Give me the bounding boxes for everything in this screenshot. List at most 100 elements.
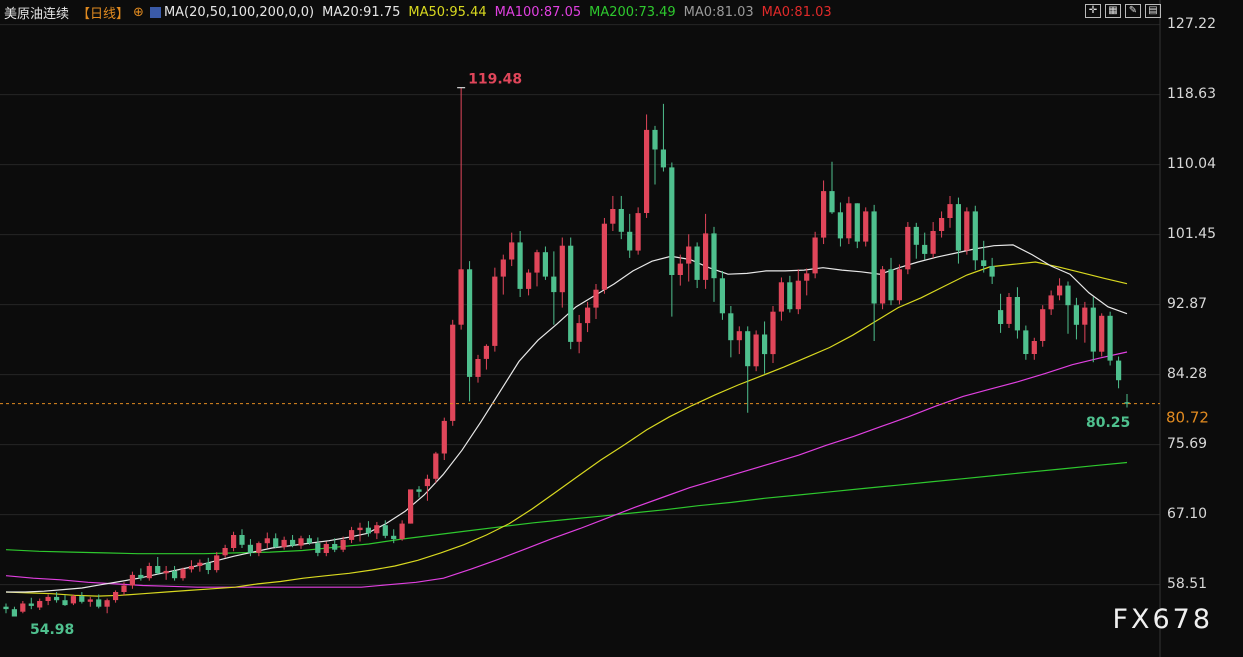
candle-body	[770, 311, 776, 355]
ma20-value: MA20:91.75	[322, 4, 401, 20]
settings-tool-icon[interactable]: ▤	[1145, 4, 1161, 18]
candle-body	[846, 203, 852, 239]
candle-body	[1057, 285, 1063, 296]
indicator-icon[interactable]	[149, 6, 161, 18]
candle-body	[391, 535, 397, 540]
candle-body	[627, 231, 633, 251]
candle-body	[896, 269, 902, 301]
candle-body	[374, 525, 380, 534]
candle-body	[45, 596, 51, 601]
candle-body	[1099, 315, 1105, 352]
candle-body	[357, 527, 363, 531]
candle-body	[795, 280, 801, 310]
draw-tool-icon[interactable]: ✎	[1125, 4, 1141, 18]
candle-body	[728, 313, 734, 341]
ma20-line	[6, 244, 1128, 593]
candle-body	[526, 272, 532, 289]
candle-body	[483, 345, 489, 359]
y-tick-label: 110.04	[1167, 155, 1216, 172]
candle-body	[222, 548, 228, 556]
high-label: 119.48	[468, 72, 522, 88]
candle-body	[11, 609, 17, 617]
candle-body	[998, 310, 1004, 324]
add-icon[interactable]: ⊕	[133, 5, 144, 20]
candle-body	[568, 245, 574, 342]
crosshair-tool-icon[interactable]: ✛	[1085, 4, 1101, 18]
candle-body	[163, 570, 169, 574]
candlestick-chart: 80.72 119.48 80.25 54.98	[0, 0, 1242, 657]
ma200-value: MA200:73.49	[589, 4, 676, 20]
candle-body	[576, 323, 582, 342]
candle-body	[601, 223, 607, 290]
candle-body	[542, 252, 548, 277]
y-tick-label: 101.45	[1167, 225, 1216, 242]
candle-body	[534, 252, 540, 273]
candle-body	[686, 246, 692, 264]
candle-body	[694, 246, 700, 280]
candle-body	[736, 331, 742, 341]
ma100-line	[5, 351, 1128, 588]
y-tick-label: 84.28	[1167, 365, 1208, 382]
grid-tool-icon[interactable]: ▦	[1105, 4, 1121, 18]
y-tick-label: 127.22	[1167, 15, 1216, 32]
candle-body	[1073, 305, 1079, 325]
candle-body	[365, 527, 371, 534]
candle-body	[180, 569, 186, 579]
candle-body	[28, 603, 34, 606]
ma50-value: MA50:95.44	[408, 4, 487, 20]
candle-body	[79, 596, 85, 602]
candle-body	[332, 544, 338, 550]
candle-body	[424, 478, 430, 487]
candle-body	[323, 544, 329, 553]
ma50-line	[5, 261, 1128, 597]
candle-body	[433, 453, 439, 479]
candle-body	[804, 273, 810, 281]
candle-body	[778, 282, 784, 312]
candle-body	[247, 544, 253, 553]
candle-body	[315, 543, 321, 553]
candle-body	[1031, 341, 1037, 354]
candle-body	[205, 562, 211, 570]
candle-body	[450, 324, 456, 421]
candle-body	[947, 204, 953, 218]
candle-body	[585, 307, 591, 324]
watermark: FX678	[1112, 604, 1213, 635]
candle-body	[70, 596, 76, 604]
candle-body	[871, 211, 877, 304]
candle-body	[273, 538, 279, 548]
candle-body	[1107, 315, 1113, 361]
candle-body	[306, 538, 312, 544]
candle-body	[500, 259, 506, 277]
candle-body	[981, 260, 987, 266]
candle-body	[745, 331, 751, 367]
candle-body	[677, 263, 683, 275]
candle-body	[939, 218, 945, 231]
candle-body	[475, 359, 481, 377]
candle-body	[96, 599, 102, 607]
candle-body	[290, 539, 296, 546]
candle-body	[593, 289, 599, 308]
candle-body	[787, 282, 793, 310]
symbol-name[interactable]: 美原油连续	[4, 3, 69, 22]
candle-body	[922, 244, 928, 254]
candle-body	[762, 334, 768, 355]
candle-body	[281, 539, 287, 548]
candle-body	[113, 592, 119, 601]
candle-body	[964, 211, 970, 251]
candle-body	[3, 606, 9, 610]
candle-body	[172, 570, 178, 579]
candle-body	[1014, 297, 1020, 331]
candle-body	[972, 211, 978, 261]
candle-body	[863, 211, 869, 242]
candle-body	[1006, 297, 1012, 324]
candle-body	[821, 191, 827, 238]
candle-body	[121, 585, 127, 592]
candle-body	[905, 226, 911, 270]
candle-body	[146, 566, 152, 579]
candle-body	[138, 574, 144, 579]
candle-body	[408, 489, 414, 524]
candle-body	[660, 149, 666, 168]
candle-body	[610, 209, 616, 224]
ma-params[interactable]: MA(20,50,100,200,0,0)	[164, 5, 314, 20]
period-label[interactable]: 【日线】	[77, 3, 129, 22]
